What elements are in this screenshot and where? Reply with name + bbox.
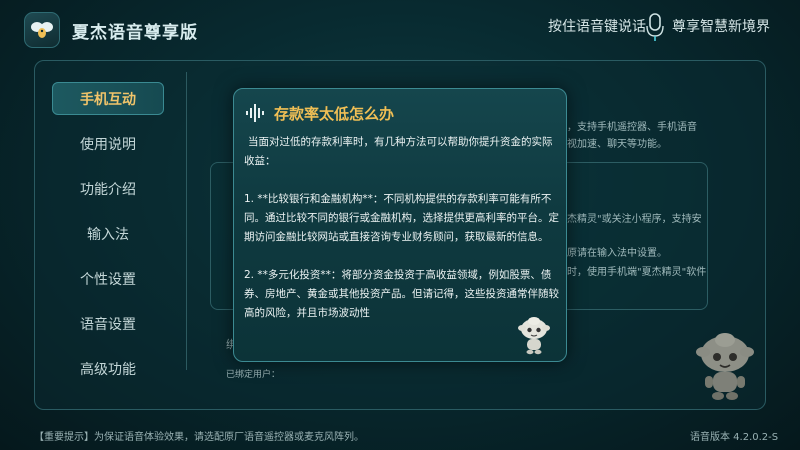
bound-user-label: 已绑定用户：	[226, 370, 281, 380]
background-text: ，支持手机遥控器、手机语音	[567, 122, 697, 133]
answer-dialog: 存款率太低怎么办 当面对过低的存款利率时，有几种方法可以帮助你提升资金的实际收益…	[233, 88, 567, 362]
robot-mascot-icon	[696, 333, 754, 400]
background-text: 视加速、聊天等功能。	[567, 139, 667, 150]
sidebar-item-label: 语音设置	[80, 316, 136, 333]
dialog-body: 当面对过低的存款利率时，有几种方法可以帮助你提升资金的实际收益： 1. **比较…	[244, 133, 562, 342]
sidebar-item-features[interactable]: 功能介绍	[52, 172, 164, 205]
sidebar: 手机互动 使用说明 功能介绍 输入法 个性设置 语音设置 高级功能	[52, 82, 164, 397]
sidebar-item-label: 输入法	[87, 226, 129, 243]
sidebar-divider	[186, 72, 187, 370]
sidebar-item-label: 高级功能	[80, 361, 136, 378]
bee-logo-icon	[31, 22, 53, 38]
sidebar-item-voice-settings[interactable]: 语音设置	[52, 307, 164, 340]
background-text: 杰精灵"或关注小程序，支持安	[567, 214, 702, 225]
important-tip: 【重要提示】为保证语音体验效果，请选配原厂语音遥控器或麦克风阵列。	[34, 432, 364, 443]
answer-paragraph: 当面对过低的存款利率时，有几种方法可以帮助你提升资金的实际收益：	[244, 136, 553, 167]
sidebar-item-label: 手机互动	[80, 91, 136, 108]
background-text: 原请在输入法中设置。	[567, 248, 667, 259]
version-label: 语音版本 4.2.0.2-S	[690, 432, 779, 443]
sidebar-item-label: 使用说明	[80, 136, 136, 153]
dialog-title: 存款率太低怎么办	[274, 104, 395, 123]
sidebar-item-label: 个性设置	[80, 271, 136, 288]
sidebar-item-input-method[interactable]: 输入法	[52, 217, 164, 250]
slogan: 尊享智慧新境界	[672, 19, 770, 35]
app-title: 夏杰语音尊享版	[72, 23, 198, 43]
background-text: 时，使用手机端"夏杰精灵"软件	[567, 267, 707, 278]
sidebar-item-usage-guide[interactable]: 使用说明	[52, 127, 164, 160]
sidebar-item-advanced[interactable]: 高级功能	[52, 352, 164, 385]
sidebar-item-label: 功能介绍	[80, 181, 136, 198]
dialog-header: 存款率太低怎么办	[246, 102, 394, 124]
sidebar-item-personal-settings[interactable]: 个性设置	[52, 262, 164, 295]
robot-mascot-icon	[518, 317, 550, 355]
microphone-icon[interactable]	[645, 12, 665, 42]
app-logo	[24, 12, 60, 48]
answer-paragraph: 1. **比较银行和金融机构**：不同机构提供的存款利率可能有所不同。通过比较不…	[244, 193, 559, 243]
sound-wave-icon	[246, 104, 264, 122]
answer-paragraph: 2. **多元化投资**：将部分资金投资于高收益领域，例如股票、债券、房地产、黄…	[244, 269, 559, 319]
voice-hint: 按住语音键说话	[548, 19, 646, 35]
sidebar-item-phone-interaction[interactable]: 手机互动	[52, 82, 164, 115]
